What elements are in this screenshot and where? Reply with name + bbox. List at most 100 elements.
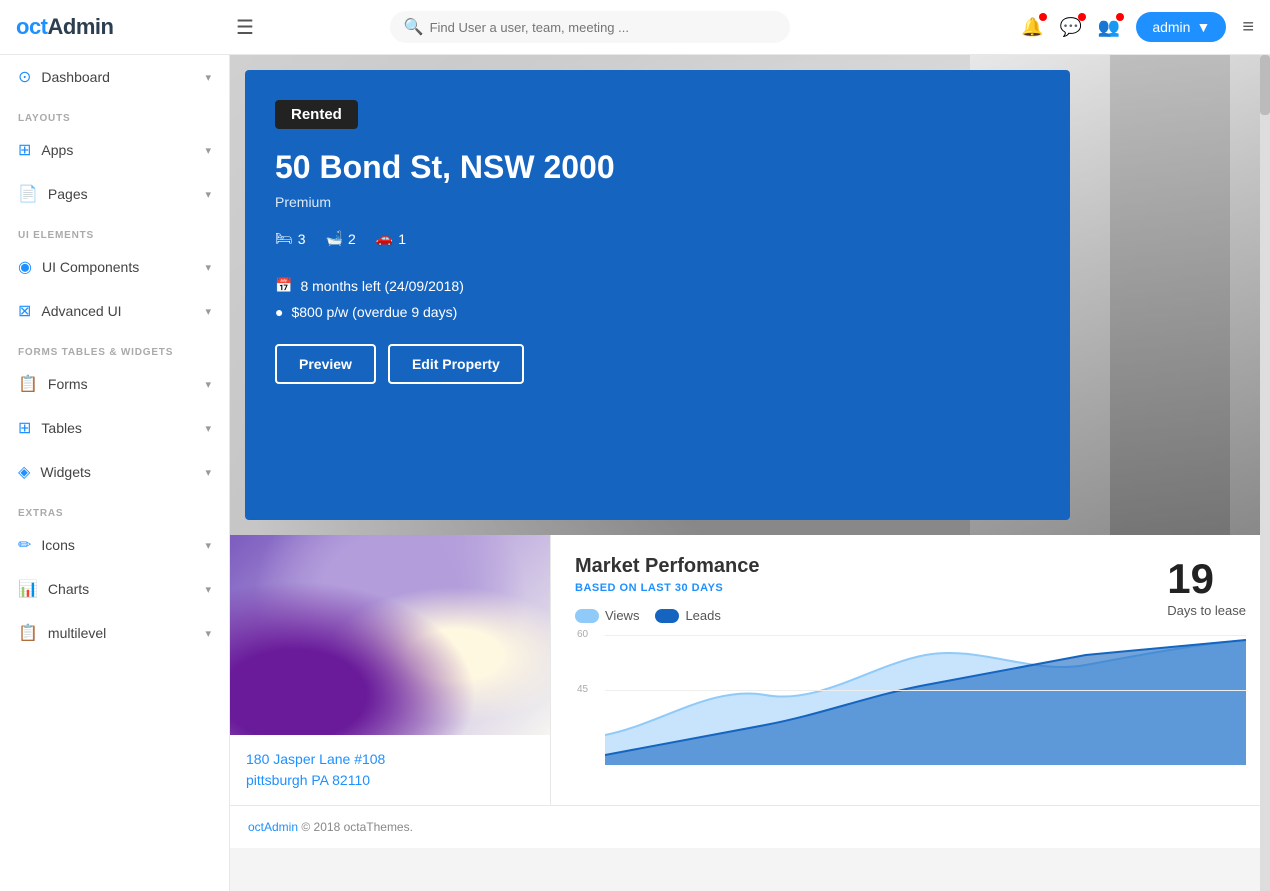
sidebar-item-label: Apps <box>41 142 73 158</box>
sidebar-section-ui-elements: UI ELEMENTS <box>0 216 229 245</box>
admin-button[interactable]: admin ▼ <box>1136 12 1226 42</box>
sidebar-item-label: multilevel <box>48 625 106 641</box>
topnav-icons: 🔔 💬 👥 admin ▼ ≡ <box>1021 12 1254 42</box>
search-bar[interactable]: 🔍 <box>390 11 790 43</box>
sidebar-item-forms[interactable]: 📋 Forms ▾ <box>0 362 229 406</box>
bath-icon: 🛁 <box>326 230 343 247</box>
preview-button[interactable]: Preview <box>275 344 376 384</box>
price-info: ● $800 p/w (overdue 9 days) <box>275 304 1040 320</box>
topnav-menu-icon[interactable]: ≡ <box>1242 16 1254 39</box>
chart-svg <box>605 635 1246 765</box>
notification-badge <box>1039 13 1047 21</box>
market-legend: Views Leads <box>575 608 1246 623</box>
main-layout: ⊙ Dashboard ▾ LAYOUTS ⊞ Apps ▾ 📄 Pages ▾… <box>0 55 1270 891</box>
chevron-down-icon: ▾ <box>205 261 211 274</box>
footer-brand-link[interactable]: octAdmin <box>248 820 298 834</box>
sidebar-item-label: Charts <box>48 581 89 597</box>
sidebar-item-label: Dashboard <box>41 69 110 85</box>
users-button[interactable]: 👥 <box>1098 17 1120 38</box>
hero-property-card: Rented 50 Bond St, NSW 2000 Premium 🛏 3 … <box>230 55 1270 535</box>
grid-line-45: 45 <box>605 690 1246 691</box>
property-card-info: 180 Jasper Lane #108 pittsburgh PA 82110 <box>230 735 550 805</box>
users-badge <box>1116 13 1124 21</box>
hamburger-button[interactable]: ☰ <box>236 15 254 40</box>
footer-text: © 2018 octaThemes. <box>301 820 413 834</box>
chevron-down-icon: ▾ <box>205 583 211 596</box>
property-tier: Premium <box>275 194 1040 210</box>
hero-info-panel: Rented 50 Bond St, NSW 2000 Premium 🛏 3 … <box>245 70 1070 520</box>
widgets-icon: ◈ <box>18 462 30 482</box>
sidebar-item-label: Forms <box>48 376 88 392</box>
lease-info: 📅 8 months left (24/09/2018) <box>275 277 1040 294</box>
notifications-button[interactable]: 🔔 <box>1021 17 1043 38</box>
views-dot <box>575 609 599 623</box>
chevron-down-icon: ▾ <box>205 188 211 201</box>
days-to-lease: 19 Days to lease <box>1167 555 1246 618</box>
months-left: 8 months left (24/09/2018) <box>300 278 463 294</box>
sidebar-item-ui-components[interactable]: ◉ UI Components ▾ <box>0 245 229 289</box>
sidebar-item-charts[interactable]: 📊 Charts ▾ <box>0 567 229 611</box>
property-card-address[interactable]: 180 Jasper Lane #108 pittsburgh PA 82110 <box>246 749 534 791</box>
dollar-icon: ● <box>275 304 283 320</box>
sidebar-section-forms-tables: FORMS TABLES & WIDGETS <box>0 333 229 362</box>
sidebar-item-icons[interactable]: ✏ Icons ▾ <box>0 523 229 567</box>
property-address-line2: pittsburgh PA 82110 <box>246 770 534 791</box>
legend-views: Views <box>575 608 639 623</box>
sidebar-item-pages[interactable]: 📄 Pages ▾ <box>0 172 229 216</box>
search-input[interactable] <box>430 20 776 35</box>
market-title: Market Perfomance <box>575 555 1246 578</box>
market-subtitle: BASED ON LAST 30 DAYS <box>575 582 1246 594</box>
car-icon: 🚗 <box>376 230 393 247</box>
search-icon: 🔍 <box>404 17 424 37</box>
apps-icon: ⊞ <box>18 140 31 160</box>
chevron-down-icon: ▾ <box>205 378 211 391</box>
beds-count: 3 <box>298 231 306 247</box>
sidebar-section-extras: EXTRAS <box>0 494 229 523</box>
sidebar-item-label: UI Components <box>42 259 139 275</box>
chart-area: 60 45 <box>605 635 1246 765</box>
beds-feature: 🛏 3 <box>275 230 306 247</box>
chevron-down-icon: ▾ <box>205 144 211 157</box>
footer: octAdmin © 2018 octaThemes. <box>230 805 1270 848</box>
dashboard-icon: ⊙ <box>18 67 31 87</box>
chevron-down-icon: ▼ <box>1196 19 1210 35</box>
sidebar-item-multilevel[interactable]: 📋 multilevel ▾ <box>0 611 229 655</box>
sidebar-item-dashboard[interactable]: ⊙ Dashboard ▾ <box>0 55 229 99</box>
chart-label-45: 45 <box>577 684 588 695</box>
sidebar-item-widgets[interactable]: ◈ Widgets ▾ <box>0 450 229 494</box>
forms-icon: 📋 <box>18 374 38 394</box>
status-badge: Rented <box>275 100 358 129</box>
property-address: 50 Bond St, NSW 2000 <box>275 149 1040 186</box>
cars-feature: 🚗 1 <box>376 230 406 247</box>
baths-count: 2 <box>348 231 356 247</box>
cars-count: 1 <box>398 231 406 247</box>
grid-line-60: 60 <box>605 635 1246 636</box>
messages-button[interactable]: 💬 <box>1059 17 1081 38</box>
multilevel-icon: 📋 <box>18 623 38 643</box>
sidebar-item-advanced-ui[interactable]: ⊠ Advanced UI ▾ <box>0 289 229 333</box>
icons-icon: ✏ <box>18 535 31 555</box>
sidebar-item-apps[interactable]: ⊞ Apps ▾ <box>0 128 229 172</box>
edit-property-button[interactable]: Edit Property <box>388 344 524 384</box>
sidebar: ⊙ Dashboard ▾ LAYOUTS ⊞ Apps ▾ 📄 Pages ▾… <box>0 55 230 891</box>
property-features: 🛏 3 🛁 2 🚗 1 <box>275 230 1040 247</box>
chevron-down-icon: ▾ <box>205 71 211 84</box>
chart-label-60: 60 <box>577 629 588 640</box>
days-number: 19 <box>1167 555 1246 603</box>
sidebar-item-tables[interactable]: ⊞ Tables ▾ <box>0 406 229 450</box>
ui-components-icon: ◉ <box>18 257 32 277</box>
sidebar-item-label: Icons <box>41 537 74 553</box>
charts-icon: 📊 <box>18 579 38 599</box>
scroll-thumb[interactable] <box>1260 55 1270 115</box>
price-text: $800 p/w (overdue 9 days) <box>291 304 457 320</box>
baths-feature: 🛁 2 <box>326 230 356 247</box>
bottom-section: 180 Jasper Lane #108 pittsburgh PA 82110… <box>230 535 1270 805</box>
calendar-icon: 📅 <box>275 277 292 294</box>
admin-label: admin <box>1152 19 1190 35</box>
sidebar-item-label: Tables <box>41 420 81 436</box>
hero-actions: Preview Edit Property <box>275 344 1040 384</box>
days-label: Days to lease <box>1167 603 1246 618</box>
chevron-down-icon: ▾ <box>205 627 211 640</box>
market-performance-panel: Market Perfomance BASED ON LAST 30 DAYS … <box>550 535 1270 805</box>
scrollbar[interactable] <box>1260 55 1270 891</box>
